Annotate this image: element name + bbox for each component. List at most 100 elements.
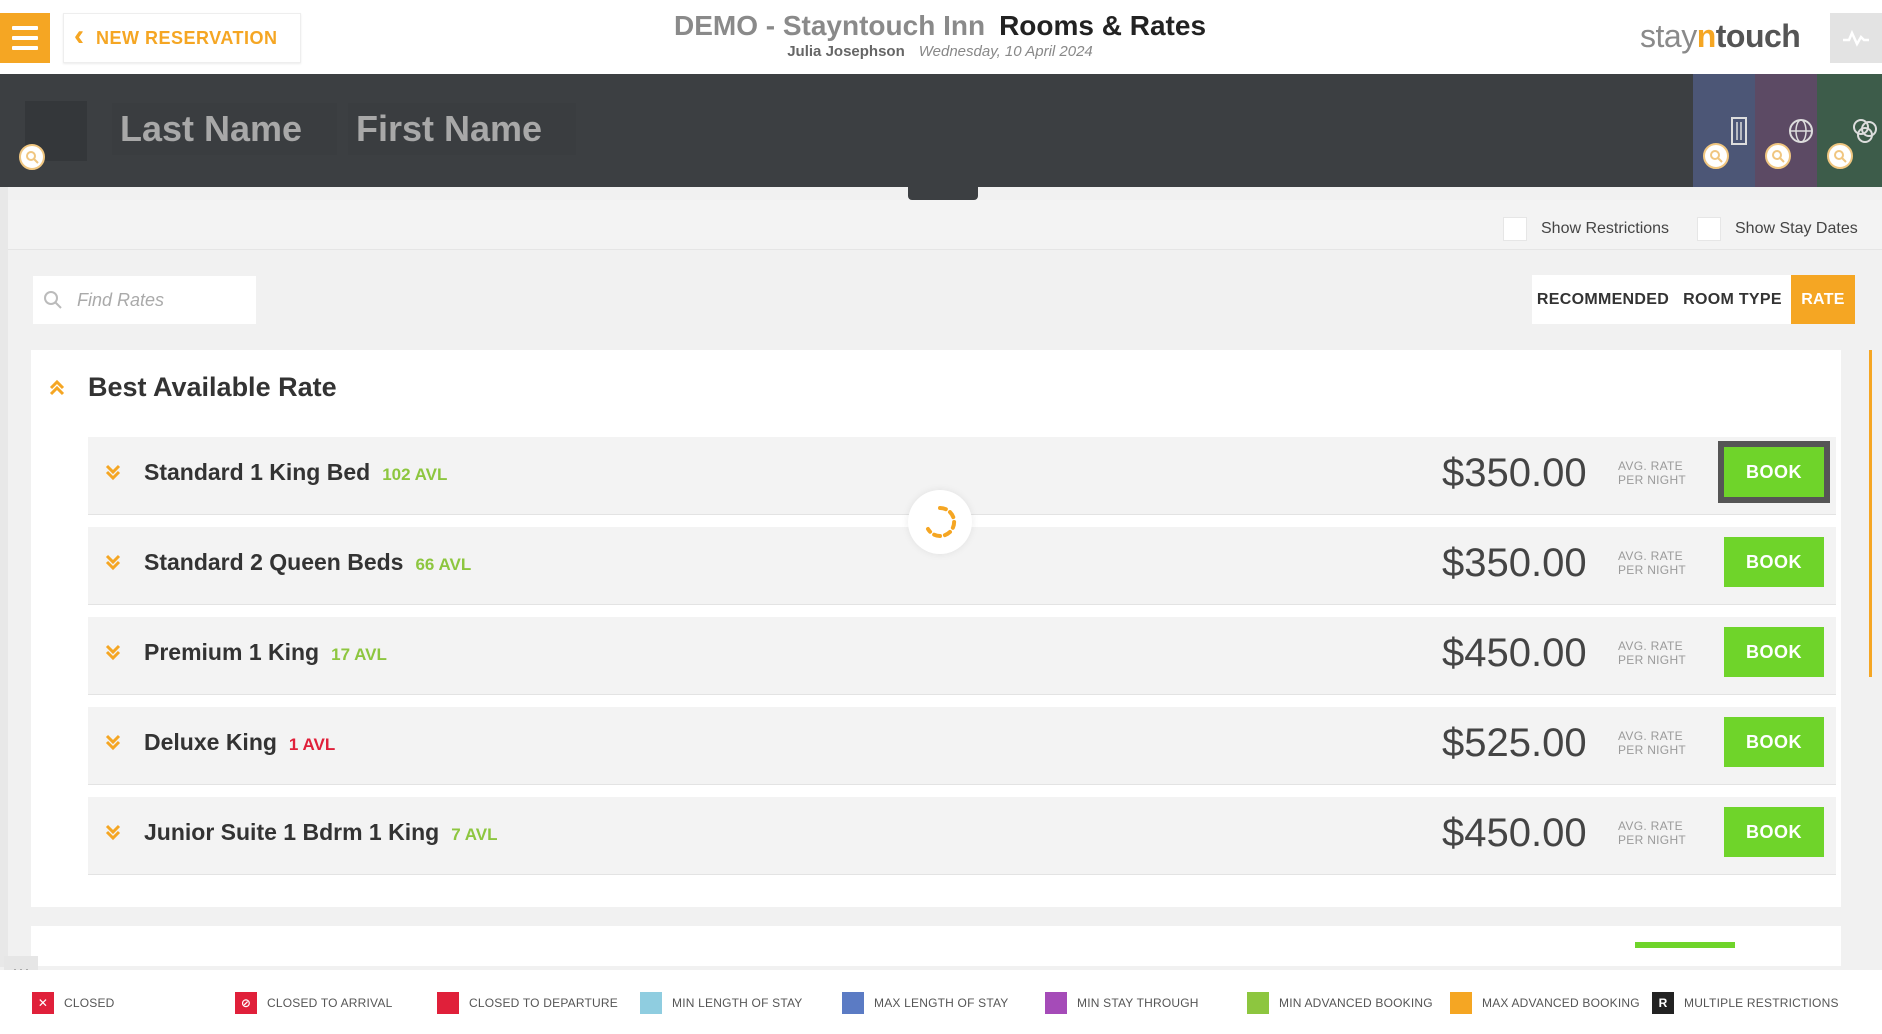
hotel-name: DEMO - Stayntouch Inn <box>673 10 986 41</box>
room-name: Standard 1 King Bed <box>144 459 371 485</box>
show-stay-dates-label: Show Stay Dates <box>1735 220 1858 237</box>
double-chevron-up-icon[interactable] <box>48 379 66 397</box>
activity-button[interactable] <box>1830 13 1882 63</box>
max-length-swatch <box>842 992 864 1014</box>
view-filter-tabs: RECOMMENDED ROOM TYPE RATE <box>1532 275 1855 324</box>
group-search-icon[interactable] <box>1827 143 1853 169</box>
double-chevron-down-icon[interactable] <box>104 463 122 481</box>
legend-item: ✕ CLOSED <box>32 992 115 1014</box>
room-rate-row[interactable]: Junior Suite 1 Bdrm 1 King 7 AVL $450.00 … <box>88 797 1836 875</box>
legend-item: CLOSED TO DEPARTURE <box>437 992 618 1014</box>
room-price: $525.00 <box>1442 721 1587 765</box>
next-book-button-peek[interactable] <box>1635 942 1735 948</box>
availability-badge: 102 AVL <box>382 465 448 484</box>
room-price: $350.00 <box>1442 541 1587 585</box>
show-stay-dates-checkbox[interactable] <box>1697 217 1721 241</box>
double-chevron-down-icon[interactable] <box>104 733 122 751</box>
legend-item: R MULTIPLE RESTRICTIONS <box>1652 992 1839 1014</box>
find-rates-input[interactable] <box>77 289 247 311</box>
left-edge <box>0 187 8 967</box>
legend-item: MIN STAY THROUGH <box>1045 992 1199 1014</box>
hamburger-menu-button[interactable] <box>0 13 50 63</box>
search-icon <box>44 291 62 309</box>
book-button[interactable]: BOOK <box>1724 537 1824 587</box>
company-search-icon[interactable] <box>1703 143 1729 169</box>
room-name: Premium 1 King <box>144 639 320 665</box>
room-name: Standard 2 Queen Beds <box>144 549 404 575</box>
group-card-tab[interactable] <box>1817 74 1882 187</box>
travel-agent-search-icon[interactable] <box>1765 143 1791 169</box>
show-restrictions-checkbox[interactable] <box>1503 217 1527 241</box>
stayntouch-logo: stayntouch <box>1640 18 1801 54</box>
double-chevron-down-icon[interactable] <box>104 553 122 571</box>
avg-rate-label: AVG. RATE PER NIGHT <box>1618 639 1687 667</box>
avg-rate-label: AVG. RATE PER NIGHT <box>1618 549 1687 577</box>
room-rate-row[interactable]: Premium 1 King 17 AVL $450.00 AVG. RATE PE… <box>88 617 1836 695</box>
closed-to-departure-swatch <box>437 992 459 1014</box>
room-name: Junior Suite 1 Bdrm 1 King <box>144 819 440 845</box>
rate-group-card: Best Available Rate Standard 1 King Bed 1… <box>31 350 1841 907</box>
group-circles-icon <box>1852 118 1877 143</box>
drawer-handle[interactable] <box>908 187 978 200</box>
room-price: $450.00 <box>1442 811 1587 855</box>
availability-badge: 66 AVL <box>415 555 472 574</box>
min-advanced-booking-swatch <box>1247 992 1269 1014</box>
spinner-icon <box>926 505 957 538</box>
guest-search-icon[interactable] <box>19 144 45 170</box>
tab-recommended[interactable]: RECOMMENDED <box>1532 275 1674 324</box>
travel-agent-card-tab[interactable] <box>1755 74 1817 187</box>
max-advanced-booking-swatch <box>1450 992 1472 1014</box>
company-card-tab[interactable] <box>1693 74 1755 187</box>
double-chevron-down-icon[interactable] <box>104 823 122 841</box>
book-button[interactable]: BOOK <box>1724 807 1824 857</box>
show-stay-dates-option[interactable]: Show Stay Dates <box>1697 217 1858 241</box>
closed-to-arrival-icon: ⊘ <box>235 992 257 1014</box>
availability-badge: 1 AVL <box>288 735 336 754</box>
tab-room-type[interactable]: ROOM TYPE <box>1674 275 1791 324</box>
legend-item: MAX ADVANCED BOOKING <box>1450 992 1640 1014</box>
find-rates-box <box>33 276 256 324</box>
rate-group-title: Best Available Rate <box>88 372 337 402</box>
restriction-legend: ✕ CLOSED ⊘ CLOSED TO ARRIVAL CLOSED TO DEP… <box>0 970 1882 1034</box>
page-title: Rooms & Rates <box>999 10 1207 41</box>
avg-rate-label: AVG. RATE PER NIGHT <box>1618 729 1687 757</box>
guest-search-bar: Last Name First Name <box>0 74 1882 187</box>
book-button[interactable]: BOOK <box>1724 447 1824 497</box>
show-restrictions-option[interactable]: Show Restrictions <box>1503 217 1669 241</box>
room-price: $350.00 <box>1442 451 1587 495</box>
tab-rate[interactable]: RATE <box>1791 275 1855 324</box>
legend-item: ⊘ CLOSED TO ARRIVAL <box>235 992 392 1014</box>
legend-item: MAX LENGTH OF STAY <box>842 992 1009 1014</box>
top-bar: ‹‹ NEW RESERVATION DEMO - Stayntouch Inn… <box>0 0 1882 74</box>
book-button[interactable]: BOOK <box>1724 717 1824 767</box>
new-reservation-back-button[interactable]: ‹‹ NEW RESERVATION <box>63 13 301 63</box>
user-name: Julia Josephson <box>787 43 905 60</box>
legend-item: MIN ADVANCED BOOKING <box>1247 992 1433 1014</box>
min-stay-through-swatch <box>1045 992 1067 1014</box>
double-chevron-down-icon[interactable] <box>104 643 122 661</box>
room-rate-row[interactable]: Deluxe King 1 AVL $525.00 AVG. RATE PER NI… <box>88 707 1836 785</box>
building-icon <box>1731 116 1747 145</box>
avg-rate-label: AVG. RATE PER NIGHT <box>1618 459 1687 487</box>
room-name: Deluxe King <box>144 729 277 755</box>
availability-badge: 17 AVL <box>331 645 387 664</box>
scrollbar[interactable] <box>1869 350 1872 677</box>
closed-icon: ✕ <box>32 992 54 1014</box>
globe-icon <box>1789 118 1813 143</box>
rate-group-header[interactable]: Best Available Rate <box>48 372 337 403</box>
loading-spinner <box>908 490 972 554</box>
business-date: Wednesday, 10 April 2024 <box>918 43 1093 60</box>
display-options: Show Restrictions Show Stay Dates <box>8 200 1882 250</box>
back-button-label: NEW RESERVATION <box>96 27 278 48</box>
menu-icon <box>12 26 38 30</box>
page-header: DEMO - Stayntouch Inn Rooms & Rates Julia… <box>640 10 1240 60</box>
room-price: $450.00 <box>1442 631 1587 675</box>
first-name-field[interactable]: First Name <box>348 103 576 155</box>
min-length-swatch <box>640 992 662 1014</box>
show-restrictions-label: Show Restrictions <box>1541 220 1670 237</box>
last-name-field[interactable]: Last Name <box>112 103 337 155</box>
next-rate-group-card <box>31 926 1841 966</box>
multiple-restrictions-icon: R <box>1652 992 1674 1014</box>
avg-rate-label: AVG. RATE PER NIGHT <box>1618 819 1687 847</box>
book-button[interactable]: BOOK <box>1724 627 1824 677</box>
